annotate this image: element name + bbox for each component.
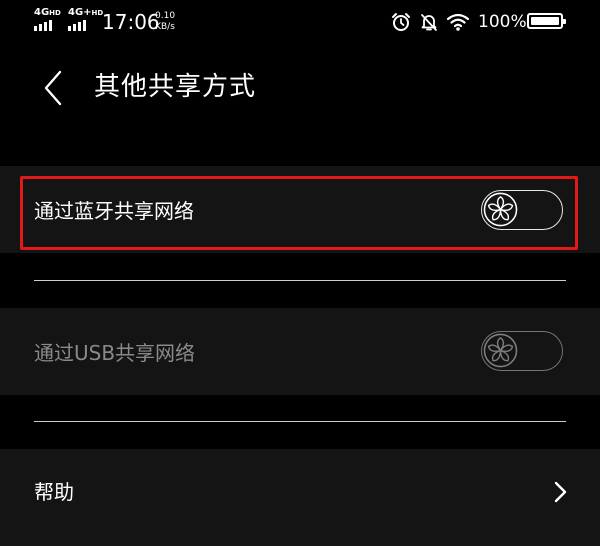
alarm-icon <box>392 13 410 31</box>
sim1-network-type: 4G <box>34 7 50 18</box>
battery-icon <box>527 13 566 29</box>
usb-tethering-row[interactable]: 通过USB共享网络 <box>0 308 600 395</box>
sim1-signal: 4GHD <box>34 7 61 31</box>
sim2-network-type: 4G+ <box>68 7 92 18</box>
network-speed: 0.10 KB/s <box>155 11 175 33</box>
divider <box>34 280 566 281</box>
signal-bars-icon <box>34 20 52 31</box>
usb-tethering-toggle[interactable] <box>481 331 563 371</box>
wifi-icon <box>446 13 470 31</box>
sim1-hd-badge: HD <box>49 9 61 17</box>
network-speed-value: 0.10 <box>155 11 176 21</box>
network-speed-unit: KB/s <box>155 22 175 32</box>
highlight-box <box>20 176 578 250</box>
signal-bars-icon <box>68 20 86 31</box>
usb-tethering-label: 通过USB共享网络 <box>34 341 196 365</box>
chevron-left-icon <box>44 70 62 106</box>
chevron-right-icon <box>554 481 567 503</box>
help-label: 帮助 <box>34 480 74 504</box>
divider <box>34 421 566 422</box>
help-row[interactable]: 帮助 <box>0 449 600 546</box>
status-bar: 4GHD 4G+HD 17:06 0.10 KB/s 100% <box>0 0 600 44</box>
page-title: 其他共享方式 <box>94 72 257 102</box>
bell-off-icon <box>421 14 437 31</box>
battery-percent: 100% <box>478 12 527 32</box>
status-time: 17:06 <box>102 10 160 34</box>
sim2-signal: 4G+HD <box>68 7 103 31</box>
back-button[interactable] <box>36 68 72 108</box>
toggle-knob-icon <box>483 333 518 368</box>
